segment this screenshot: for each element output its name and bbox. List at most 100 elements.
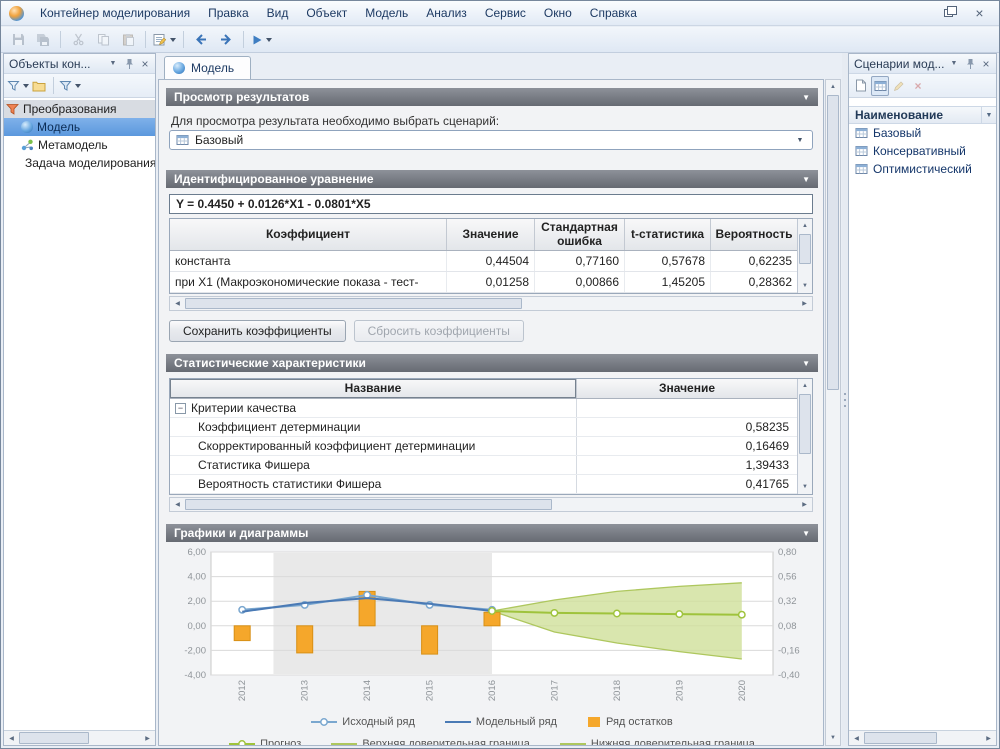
list-filter-icon[interactable]: ▼ [981,107,996,123]
scroll-up-icon[interactable]: ▲ [798,379,812,393]
menu-object[interactable]: Объект [297,3,356,23]
scroll-right-icon[interactable]: ▶ [797,297,812,311]
tree-item-model[interactable]: Модель [4,118,155,136]
save-coefficients-button[interactable]: Сохранить коэффициенты [169,320,346,342]
table-row[interactable]: Вероятность статистики Фишера 0,41765 [170,475,797,494]
col-header[interactable]: Значение [447,219,535,250]
list-item-conservative-scenario[interactable]: Консервативный [849,142,996,160]
main-vscrollbar[interactable]: ▲ ▼ [825,79,841,746]
legend-item[interactable]: Ряд остатков [587,716,673,728]
scenario-list-header[interactable]: Наименование ▼ [849,106,996,124]
scenario-combobox[interactable]: Базовый ▼ [169,130,813,150]
close-panel-button[interactable]: × [978,56,994,71]
scrollbar-thumb[interactable] [827,95,839,390]
list-item-base-scenario[interactable]: Базовый [849,124,996,142]
scrollbar-thumb[interactable] [185,298,522,309]
table-row[interactable]: при X1 (Макроэкономические показа - тест… [170,272,797,293]
panel-menu-button[interactable]: ▼ [105,56,121,71]
table-vscrollbar[interactable]: ▲ ▼ [797,379,812,494]
col-header[interactable]: Название [170,379,577,398]
menu-window[interactable]: Окно [535,3,581,23]
view-options-button[interactable] [59,76,81,96]
delete-scenario-button[interactable]: × [909,76,927,96]
scroll-up-icon[interactable]: ▲ [826,80,840,94]
forward-button[interactable] [214,29,238,51]
table-row[interactable]: константа 0,44504 0,77160 0,57678 0,6223… [170,251,797,272]
scroll-left-icon[interactable]: ◀ [170,498,185,512]
reset-coefficients-button[interactable]: Сбросить коэффициенты [354,320,524,342]
run-calculation-button[interactable] [249,29,274,51]
col-header[interactable]: Коэффициент [170,219,447,250]
create-scenario-button[interactable] [852,76,870,96]
scroll-down-icon[interactable]: ▼ [798,279,812,293]
table-row[interactable]: Статистика Фишера 1,39433 [170,456,797,475]
col-header[interactable]: t-статистика [625,219,711,250]
scroll-left-icon[interactable]: ◀ [4,731,19,745]
col-header[interactable]: Вероятность [711,219,797,250]
pin-panel-button[interactable] [962,56,978,71]
scroll-right-icon[interactable]: ▶ [981,731,996,745]
coefficients-hscrollbar[interactable]: ◀ ▶ [169,296,813,311]
section-charts-header[interactable]: Графики и диаграммы ▼ [166,524,818,542]
scrollbar-thumb[interactable] [864,732,937,744]
close-panel-button[interactable]: × [137,56,153,71]
panel-menu-button[interactable]: ▼ [946,56,962,71]
section-stats-header[interactable]: Статистические характеристики ▼ [166,354,818,372]
scroll-up-icon[interactable]: ▲ [798,219,812,233]
restore-window-button[interactable] [935,4,962,22]
scrollbar-thumb[interactable] [185,499,552,510]
left-panel-hscrollbar[interactable]: ◀ ▶ [4,730,155,745]
statistics-hscrollbar[interactable]: ◀ ▶ [169,497,813,512]
scrollbar-thumb[interactable] [799,234,811,264]
legend-item[interactable]: Модельный ряд [445,716,557,728]
tree-item-metamodel[interactable]: Метамодель [4,136,155,154]
equation-field[interactable]: Y = 0.4450 + 0.0126*X1 - 0.0801*X5 [169,194,813,214]
tab-model[interactable]: Модель [164,56,251,79]
filter-objects-button[interactable] [7,76,29,96]
section-results-header[interactable]: Просмотр результатов ▼ [166,88,818,106]
list-item-optimistic-scenario[interactable]: Оптимистический [849,160,996,178]
table-group-row[interactable]: −Критерии качества [170,399,797,418]
table-row[interactable]: Коэффициент детерминации 0,58235 [170,418,797,437]
menu-container[interactable]: Контейнер моделирования [31,3,199,23]
scroll-right-icon[interactable]: ▶ [140,731,155,745]
scroll-left-icon[interactable]: ◀ [170,297,185,311]
copy-button[interactable] [91,29,115,51]
combo-dropdown-icon[interactable]: ▼ [792,131,808,149]
edit-scenario-button[interactable] [890,76,908,96]
legend-item[interactable]: Верхняя доверительная граница [331,738,530,746]
section-equation-header[interactable]: Идентифицированное уравнение ▼ [166,170,818,188]
open-scenario-button[interactable] [871,76,889,96]
save-button[interactable] [6,29,30,51]
menu-help[interactable]: Справка [581,3,646,23]
col-header[interactable]: Значение [577,379,797,398]
menu-view[interactable]: Вид [258,3,298,23]
scrollbar-thumb[interactable] [19,732,89,744]
close-window-button[interactable]: × [966,4,993,22]
table-vscrollbar[interactable]: ▲ ▼ [797,219,812,293]
scroll-down-icon[interactable]: ▼ [798,480,812,494]
legend-item[interactable]: Исходный ряд [311,716,415,728]
scroll-right-icon[interactable]: ▶ [797,498,812,512]
menu-model[interactable]: Модель [356,3,417,23]
open-folder-button[interactable] [30,76,48,96]
legend-item[interactable]: Прогноз [229,738,301,746]
tree-item-modeling-task[interactable]: Задача моделирования [4,154,155,172]
menu-analysis[interactable]: Анализ [417,3,476,23]
paste-button[interactable] [116,29,140,51]
back-button[interactable] [189,29,213,51]
right-panel-hscrollbar[interactable]: ◀ ▶ [849,730,996,745]
scrollbar-thumb[interactable] [799,394,811,454]
save-all-button[interactable] [31,29,55,51]
table-row[interactable]: Скорректированный коэффициент детерминац… [170,437,797,456]
tree-item-transformations[interactable]: Преобразования [4,100,155,118]
cut-button[interactable] [66,29,90,51]
scroll-down-icon[interactable]: ▼ [826,731,840,745]
menu-edit[interactable]: Правка [199,3,258,23]
scroll-left-icon[interactable]: ◀ [849,731,864,745]
collapse-group-icon[interactable]: − [175,403,186,414]
pin-panel-button[interactable] [121,56,137,71]
col-header[interactable]: Стандартная ошибка [535,219,625,250]
properties-button[interactable] [151,29,178,51]
legend-item[interactable]: Нижняя доверительная граница [560,738,755,746]
